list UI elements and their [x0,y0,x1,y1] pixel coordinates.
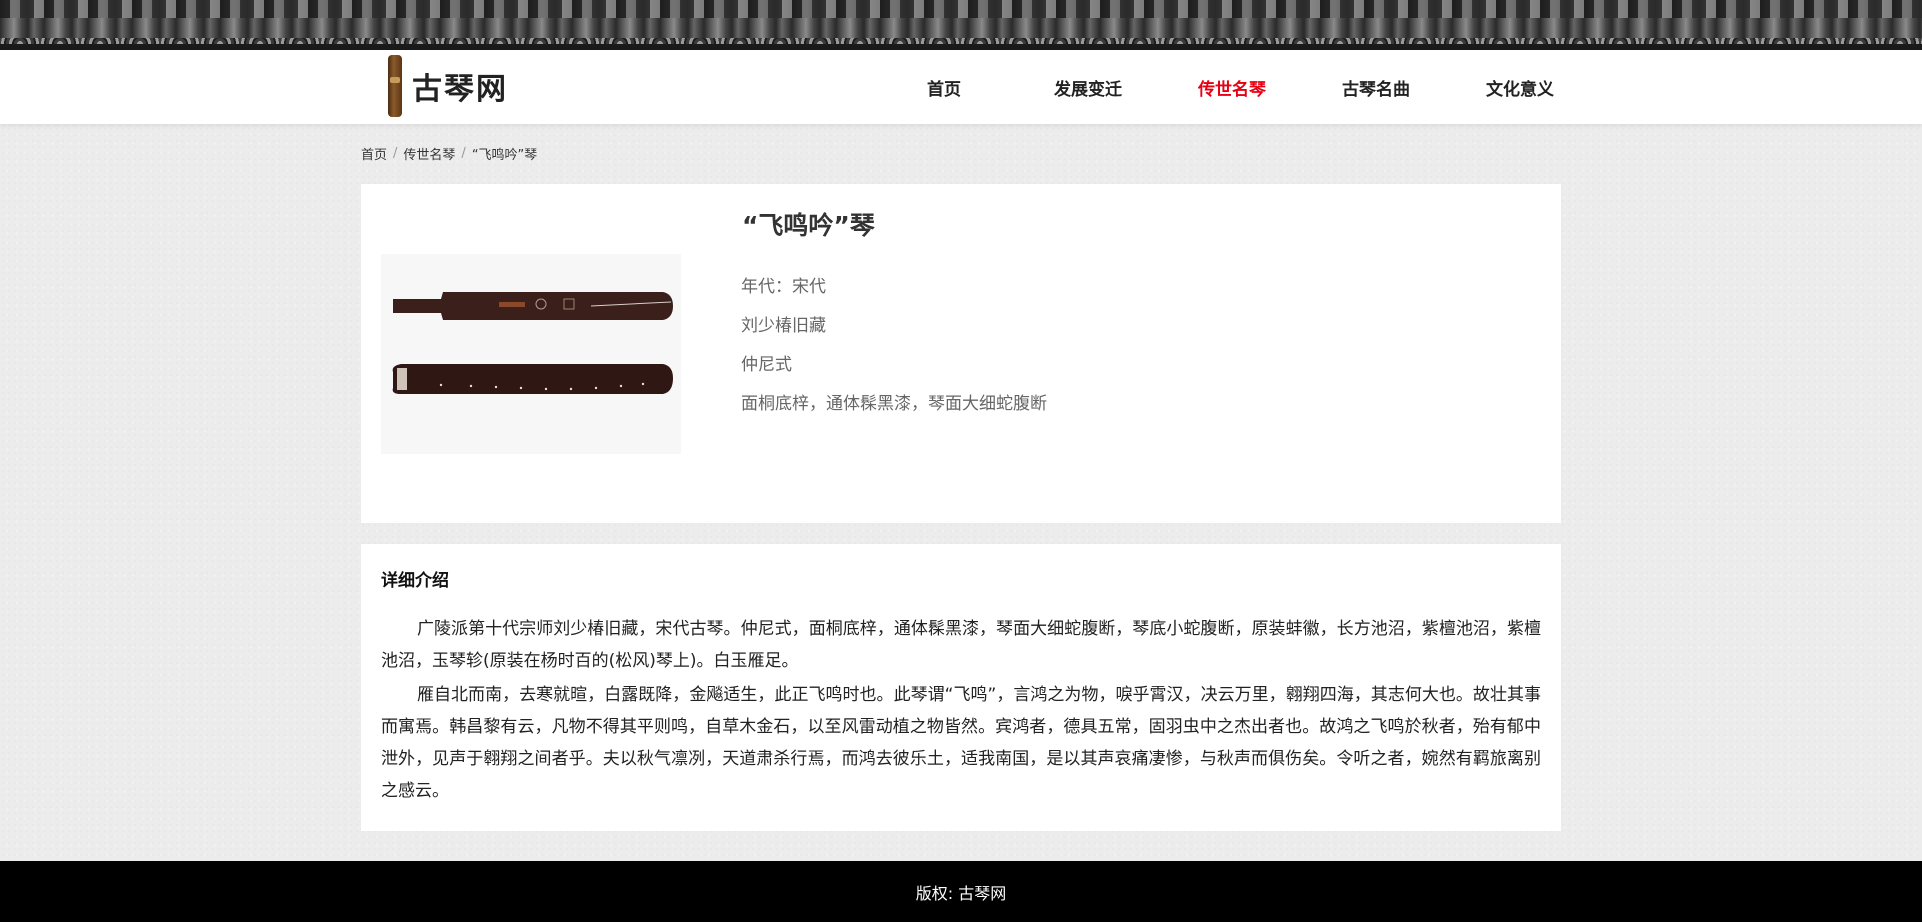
detail-paragraph: 广陵派第十代宗师刘少椿旧藏，宋代古琴。仲尼式，面桐底梓，通体髹黑漆，琴面大细蛇腹… [381,619,1541,671]
site-footer: 版权: 古琴网 [0,861,1922,922]
nav-item-culture[interactable]: 文化意义 [1448,75,1592,100]
breadcrumb-home[interactable]: 首页 [361,144,387,163]
nav-item-famous-music[interactable]: 古琴名曲 [1304,75,1448,100]
footer-copyright: 版权: 古琴网 [915,883,1007,903]
instrument-card: “飞鸣吟”琴 年代：宋代 刘少椿旧藏 仲尼式 面桐底梓，通体髹黑漆，琴面大细蛇腹… [361,184,1561,523]
qin-logo-icon [388,55,402,117]
breadcrumb-separator: / [461,146,466,161]
nav-item-famous-qin[interactable]: 传世名琴 [1160,75,1304,100]
instrument-era: 年代：宋代 [741,277,826,297]
instrument-title: “飞鸣吟”琴 [742,211,875,240]
logo-text: 古琴网 [412,72,508,107]
site-logo[interactable]: 古琴网 [388,54,508,118]
instrument-material: 面桐底梓，通体髹黑漆，琴面大细蛇腹断 [741,394,1047,414]
nav-item-history[interactable]: 发展变迁 [1016,75,1160,100]
detail-section: 详细介绍 广陵派第十代宗师刘少椿旧藏，宋代古琴。仲尼式，面桐底梓，通体髹黑漆，琴… [361,544,1561,831]
breadcrumb-separator: / [393,146,398,161]
roof-tile-banner [0,0,1922,50]
main-nav: 首页 发展变迁 传世名琴 古琴名曲 文化意义 [872,50,1592,124]
nav-item-home[interactable]: 首页 [872,75,1016,100]
instrument-style: 仲尼式 [741,355,792,375]
detail-heading: 详细介绍 [381,571,449,591]
breadcrumb: 首页 / 传世名琴 / “飞鸣吟”琴 [361,144,537,163]
instrument-meta: 年代：宋代 刘少椿旧藏 仲尼式 面桐底梓，通体髹黑漆，琴面大细蛇腹断 [741,268,1047,424]
site-header: 古琴网 首页 发展变迁 传世名琴 古琴名曲 文化意义 [0,50,1922,124]
detail-paragraph: 雁自北而南，去寒就暄，白露既降，金飚适生，此正飞鸣时也。此琴谓“飞鸣”，言鸿之为… [381,685,1541,801]
breadcrumb-famous-qin[interactable]: 传世名琴 [403,144,455,163]
qin-image [381,254,681,454]
instrument-collection: 刘少椿旧藏 [741,316,826,336]
breadcrumb-current: “飞鸣吟”琴 [471,148,538,163]
